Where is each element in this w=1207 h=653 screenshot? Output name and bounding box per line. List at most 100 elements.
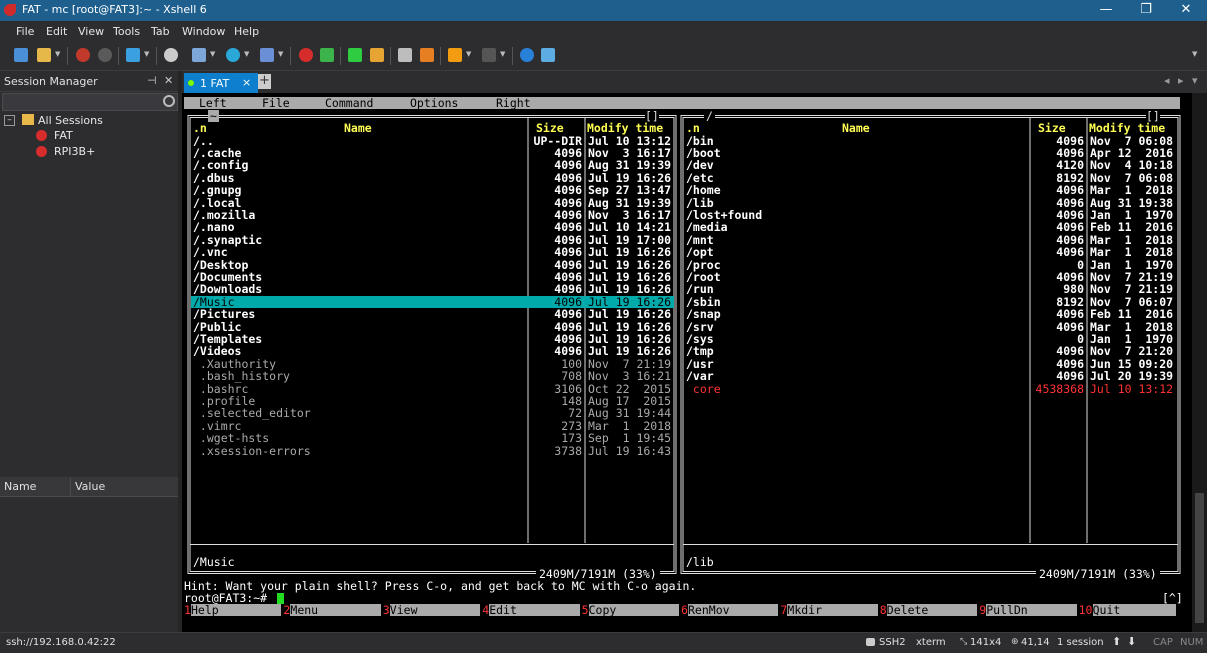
left-file-row[interactable]: .vimrc 273 Mar 1 2018: [184, 419, 671, 432]
xmanager-icon[interactable]: [320, 48, 334, 62]
tab-prev-icon[interactable]: ◂: [1164, 74, 1170, 87]
open-dropdown-icon[interactable]: ▼: [55, 50, 60, 58]
transfer-dropdown-icon[interactable]: ▼: [210, 50, 215, 58]
right-file-row[interactable]: /tmp 4096 Nov 7 21:20: [184, 345, 1173, 358]
right-file-row[interactable]: /var 4096 Jul 20 19:39: [184, 370, 1173, 383]
menu-edit[interactable]: Edit: [46, 25, 67, 38]
keyboard-icon[interactable]: [398, 48, 412, 62]
right-file-row[interactable]: /snap 4096 Feb 11 2016: [184, 308, 1173, 321]
scrollbar-thumb[interactable]: [1195, 493, 1204, 623]
menu-view[interactable]: View: [78, 25, 104, 38]
maximize-button[interactable]: ❐: [1126, 0, 1166, 21]
terminal[interactable]: Left File Command Options Right ~ / [] […: [182, 93, 1207, 632]
right-file-row[interactable]: /opt 4096 Mar 1 2018: [184, 246, 1173, 259]
layout-icon[interactable]: [482, 48, 496, 62]
xftp-icon[interactable]: [299, 48, 313, 62]
toolbar-overflow-icon[interactable]: ▼: [1192, 50, 1197, 58]
right-file-row[interactable]: /bin 4096 Nov 7 06:08: [184, 134, 1173, 147]
left-file-row[interactable]: .selected_editor 72 Aug 31 19:44: [184, 407, 671, 420]
hidden-toggle[interactable]: [^]: [1162, 592, 1183, 605]
globe-icon[interactable]: [226, 48, 240, 62]
left-file-row[interactable]: .wget-hsts 173 Sep 1 19:45: [184, 432, 671, 445]
menu-tools[interactable]: Tools: [113, 25, 140, 38]
compose-dropdown-icon[interactable]: ▼: [466, 50, 471, 58]
fullscreen-icon[interactable]: [348, 48, 362, 62]
left-header-name[interactable]: Name: [344, 122, 372, 135]
font-icon[interactable]: [260, 48, 274, 62]
right-file-row[interactable]: /home 4096 Mar 1 2018: [184, 184, 1173, 197]
transfer-icon[interactable]: [192, 48, 206, 62]
tab-fat[interactable]: 1 FAT ×: [184, 73, 258, 93]
right-file-row[interactable]: /etc 8192 Nov 7 06:08: [184, 171, 1173, 184]
menu-window[interactable]: Window: [182, 25, 225, 38]
right-file-row[interactable]: /lib 4096 Aug 31 19:38: [184, 196, 1173, 209]
add-tab-button[interactable]: +: [258, 74, 271, 89]
compose-icon[interactable]: [448, 48, 462, 62]
right-header-modify[interactable]: Modify time: [1089, 122, 1165, 135]
highlight-icon[interactable]: [420, 48, 434, 62]
disconnect-icon[interactable]: [98, 48, 112, 62]
menu-help[interactable]: Help: [234, 25, 259, 38]
globe-dropdown-icon[interactable]: ▼: [244, 50, 249, 58]
right-header-name[interactable]: Name: [842, 122, 870, 135]
right-header-n[interactable]: .n: [686, 122, 700, 135]
help-icon[interactable]: [520, 48, 534, 62]
minimize-button[interactable]: —: [1086, 0, 1126, 21]
reconnect-icon[interactable]: [76, 48, 90, 62]
scroll-up-icon[interactable]: ⬆: [1112, 635, 1121, 648]
left-file-row[interactable]: .profile 148 Aug 17 2015: [184, 395, 671, 408]
right-header-size[interactable]: Size: [1038, 122, 1066, 135]
right-file-row[interactable]: /sys 0 Jan 1 1970: [184, 333, 1173, 346]
right-file-row[interactable]: /media 4096 Feb 11 2016: [184, 221, 1173, 234]
menu-file[interactable]: File: [16, 25, 34, 38]
tree-item-all-sessions[interactable]: – All Sessions: [4, 114, 174, 129]
right-file-row[interactable]: /sbin 8192 Nov 7 06:07: [184, 295, 1173, 308]
layout-dropdown-icon[interactable]: ▼: [500, 50, 505, 58]
right-file-row[interactable]: /boot 4096 Apr 12 2016: [184, 147, 1173, 160]
left-file-row[interactable]: .xsession-errors 3738 Jul 19 16:43: [184, 444, 671, 457]
tab-close-icon[interactable]: ×: [242, 76, 251, 89]
left-header-n[interactable]: .n: [193, 122, 207, 135]
collapse-icon[interactable]: –: [4, 115, 15, 126]
tree-item-rpi3b[interactable]: RPI3B+: [36, 145, 176, 160]
left-file-size: 4096: [554, 344, 582, 359]
tab-next-icon[interactable]: ▸: [1178, 74, 1184, 87]
left-header-modify[interactable]: Modify time: [587, 122, 663, 135]
open-folder-icon[interactable]: [37, 48, 51, 62]
mc-screen[interactable]: Left File Command Options Right ~ / [] […: [184, 95, 1192, 618]
terminal-scrollbar[interactable]: [1192, 93, 1207, 632]
scroll-down-icon[interactable]: ⬇: [1127, 635, 1136, 648]
right-file-row[interactable]: /lost+found 4096 Jan 1 1970: [184, 209, 1173, 222]
left-panel-dir[interactable]: ~: [208, 110, 219, 122]
right-file-row[interactable]: /mnt 4096 Mar 1 2018: [184, 233, 1173, 246]
right-panel-dir[interactable]: /: [704, 110, 715, 122]
new-tab-icon[interactable]: [126, 48, 140, 62]
tree-item-fat[interactable]: FAT: [36, 129, 176, 144]
pin-icon[interactable]: ⊣: [147, 74, 157, 87]
left-file-date: Jul 19 16:26: [588, 282, 672, 297]
right-file-row[interactable]: /srv 4096 Mar 1 2018: [184, 320, 1173, 333]
menu-tab[interactable]: Tab: [151, 25, 170, 38]
right-file-row[interactable]: /usr 4096 Jun 15 09:20: [184, 357, 1173, 370]
tab-list-icon[interactable]: ▾: [1192, 74, 1198, 87]
right-file-row[interactable]: /root 4096 Nov 7 21:19: [184, 271, 1173, 284]
session-search-input[interactable]: [2, 93, 178, 111]
find-icon[interactable]: [164, 48, 178, 62]
column-value[interactable]: Value: [75, 480, 105, 493]
right-file-row[interactable]: /dev 4120 Nov 4 10:18: [184, 159, 1173, 172]
right-file-row[interactable]: core 4538368 Jul 10 13:12: [184, 382, 1173, 395]
font-dropdown-icon[interactable]: ▼: [278, 50, 283, 58]
close-button[interactable]: ✕: [1166, 0, 1206, 21]
right-file-row[interactable]: /run 980 Nov 7 21:19: [184, 283, 1173, 296]
close-panel-icon[interactable]: ✕: [164, 74, 173, 87]
column-name[interactable]: Name: [4, 480, 36, 493]
lock-icon[interactable]: [370, 48, 384, 62]
column-divider: [70, 477, 71, 496]
keybar-key: 9: [979, 603, 987, 617]
right-file-row[interactable]: /proc 0 Jan 1 1970: [184, 258, 1173, 271]
keybar-label: Delete: [886, 603, 929, 617]
chat-icon[interactable]: [541, 48, 555, 62]
new-session-icon[interactable]: [14, 48, 28, 62]
new-tab-dropdown-icon[interactable]: ▼: [144, 50, 149, 58]
left-header-size[interactable]: Size: [536, 122, 564, 135]
